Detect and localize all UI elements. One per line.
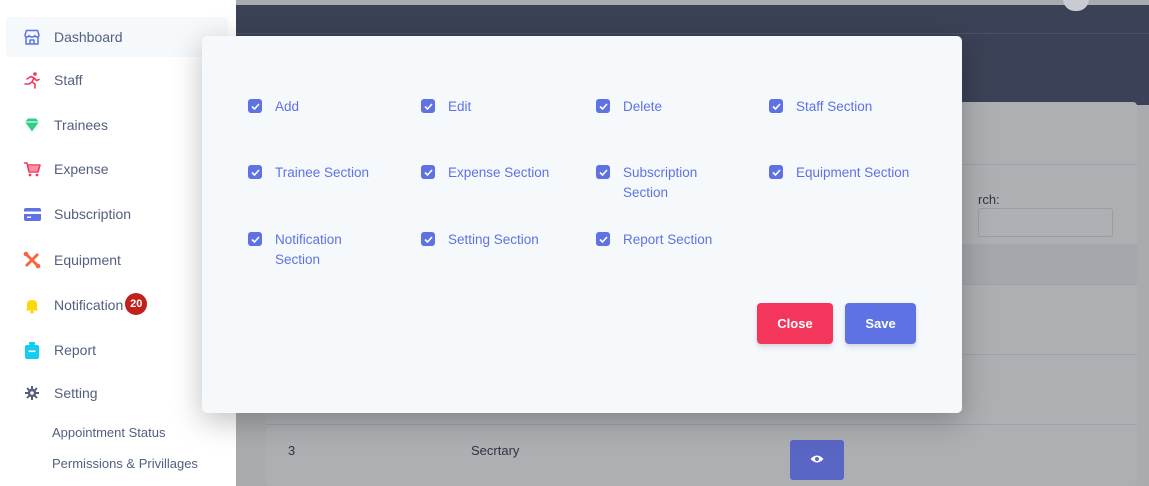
sidebar-item-label: Dashboard [54,29,123,45]
checkbox[interactable] [421,99,435,113]
check-icon [598,235,608,243]
permission-label: Equipment Section [796,165,910,180]
sidebar-item-label: Expense [54,161,109,177]
search-label: rch: [978,192,1000,207]
permission-label: Report Section [623,232,713,247]
cart-icon [22,159,42,179]
checkbox[interactable] [248,165,262,179]
check-icon [423,102,433,110]
permission-subscription-section[interactable]: Subscription Section [596,163,726,203]
gear-icon [22,383,42,403]
sidebar-item-label: Subscription [54,206,132,222]
card-icon [22,204,42,224]
sidebar: Dashboard Staff Trainees Expense Subscri… [0,0,236,486]
permission-setting-section[interactable]: Setting Section [421,230,571,250]
permission-label: Staff Section [796,99,873,114]
checkbox[interactable] [248,99,262,113]
permission-edit[interactable]: Edit [421,97,571,117]
check-icon [250,102,260,110]
sidebar-item-report[interactable]: Report [6,330,228,370]
sidebar-item-label: Report [54,342,97,358]
check-icon [771,168,781,176]
eye-icon [810,451,824,469]
navbar-divider [236,33,1149,34]
permission-staff-section[interactable]: Staff Section [769,97,919,117]
check-icon [250,168,260,176]
view-button[interactable] [790,440,844,480]
sidebar-item-staff[interactable]: Staff [6,60,228,100]
permission-label: Trainee Section [275,165,370,180]
check-icon [598,102,608,110]
notification-count-badge: 20 [125,293,148,315]
tools-icon [22,250,42,270]
sidebar-item-setting[interactable]: Setting [6,373,228,413]
checkbox[interactable] [596,165,610,179]
sidebar-item-equipment[interactable]: Equipment [6,240,228,280]
sidebar-subitem-permissions[interactable]: Permissions & Privillages [52,456,198,471]
sidebar-item-notification[interactable]: Notification 20 [6,285,228,325]
permission-label: Subscription Section [623,165,698,200]
row-divider [266,424,1137,425]
permission-expense-section[interactable]: Expense Section [421,163,571,183]
sidebar-item-subscription[interactable]: Subscription [6,194,228,234]
checkbox[interactable] [421,165,435,179]
save-button[interactable]: Save [845,303,916,344]
store-icon [22,27,42,47]
check-icon [423,168,433,176]
check-icon [423,235,433,243]
close-button[interactable]: Close [757,303,833,344]
permission-add[interactable]: Add [248,97,398,117]
sidebar-subitem-appointment-status[interactable]: Appointment Status [52,425,165,440]
sidebar-item-trainees[interactable]: Trainees [6,105,228,145]
permission-trainee-section[interactable]: Trainee Section [248,163,398,183]
sidebar-item-label: Equipment [54,252,121,268]
sidebar-item-label: Staff [54,72,83,88]
checkbox[interactable] [596,99,610,113]
sidebar-item-dashboard[interactable]: Dashboard [6,17,228,57]
checkbox[interactable] [769,99,783,113]
search-input[interactable] [978,208,1113,237]
permission-notification-section[interactable]: Notification Section [248,230,378,270]
sidebar-item-label: Notification [54,297,124,313]
check-icon [250,235,260,243]
sidebar-item-expense[interactable]: Expense [6,149,228,189]
permission-label: Edit [448,99,472,114]
sidebar-item-label: Setting [54,385,98,401]
checkbox[interactable] [248,232,262,246]
avatar[interactable] [1063,0,1089,11]
check-icon [771,102,781,110]
check-icon [598,168,608,176]
briefcase-icon [22,340,42,360]
permission-equipment-section[interactable]: Equipment Section [769,163,939,183]
sidebar-item-label: Trainees [54,117,108,133]
checkbox[interactable] [769,165,783,179]
checkbox[interactable] [596,232,610,246]
permission-label: Expense Section [448,165,550,180]
permission-label: Add [275,99,300,114]
bell-icon [22,295,42,315]
permissions-modal: Add Edit Delete Staff Section Trainee Se… [202,36,962,413]
permission-label: Notification Section [275,232,342,267]
row-role-name: Secrtary [471,443,520,458]
diamond-icon [22,115,42,135]
permission-report-section[interactable]: Report Section [596,230,746,250]
permission-label: Delete [623,99,663,114]
permission-label: Setting Section [448,232,539,247]
row-id: 3 [288,443,296,458]
checkbox[interactable] [421,232,435,246]
permission-delete[interactable]: Delete [596,97,746,117]
running-person-icon [22,70,42,90]
